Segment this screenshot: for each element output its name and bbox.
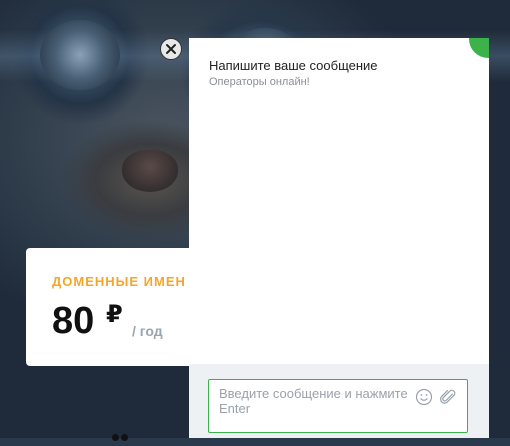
- chat-input-box: [208, 379, 468, 433]
- smiley-icon[interactable]: [415, 388, 433, 406]
- chat-operator-status: Операторы онлайн!: [209, 76, 310, 88]
- chat-title: Напишите ваше сообщение: [209, 58, 378, 73]
- cat-nose: [122, 150, 178, 192]
- close-chat-button[interactable]: [160, 38, 182, 60]
- bottom-dots: [112, 428, 130, 446]
- price-card-title: ДОМЕННЫЕ ИМЕН: [52, 274, 186, 289]
- price-amount: 80: [52, 300, 95, 342]
- chat-message-input[interactable]: [219, 386, 409, 426]
- price-card: ДОМЕННЫЕ ИМЕН 80 ₽ / год: [26, 248, 216, 366]
- chat-status-indicator: [469, 38, 489, 58]
- close-icon: [166, 44, 176, 54]
- price-currency: ₽: [106, 301, 123, 328]
- price-period: / год: [132, 323, 163, 339]
- cat-eye-left: [40, 20, 120, 90]
- paperclip-icon[interactable]: [439, 388, 457, 406]
- chat-widget: Напишите ваше сообщение Операторы онлайн…: [189, 38, 489, 438]
